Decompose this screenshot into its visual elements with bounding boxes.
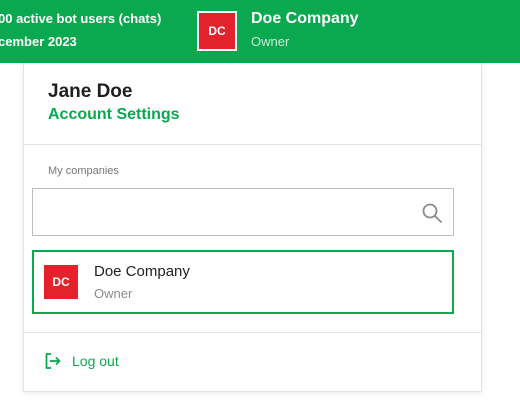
- divider: [24, 144, 481, 145]
- company-name: Doe Company: [94, 263, 190, 280]
- company-search-box[interactable]: [32, 188, 454, 236]
- divider: [24, 332, 481, 333]
- company-avatar: DC: [44, 265, 78, 299]
- top-bar: 00 active bot users (chats) cember 2023 …: [0, 0, 520, 63]
- current-company-role: Owner: [251, 34, 290, 49]
- account-settings-link[interactable]: Account Settings: [48, 106, 180, 124]
- plan-usage-text: 00 active bot users (chats): [0, 11, 162, 26]
- search-icon[interactable]: [421, 202, 443, 224]
- logout-icon: [45, 353, 61, 369]
- company-role: Owner: [94, 286, 133, 301]
- account-dropdown: Jane Doe Account Settings My companies D…: [23, 63, 482, 392]
- company-list-item[interactable]: DC Doe Company Owner: [32, 250, 454, 314]
- logout-label: Log out: [72, 353, 119, 369]
- company-avatar[interactable]: DC: [197, 11, 237, 51]
- companies-section-label: My companies: [48, 165, 119, 177]
- user-name: Jane Doe: [48, 81, 133, 102]
- logout-button[interactable]: Log out: [44, 350, 119, 372]
- plan-period-text: cember 2023: [0, 34, 77, 49]
- company-search-input[interactable]: [33, 189, 413, 235]
- current-company-name[interactable]: Doe Company: [251, 10, 359, 28]
